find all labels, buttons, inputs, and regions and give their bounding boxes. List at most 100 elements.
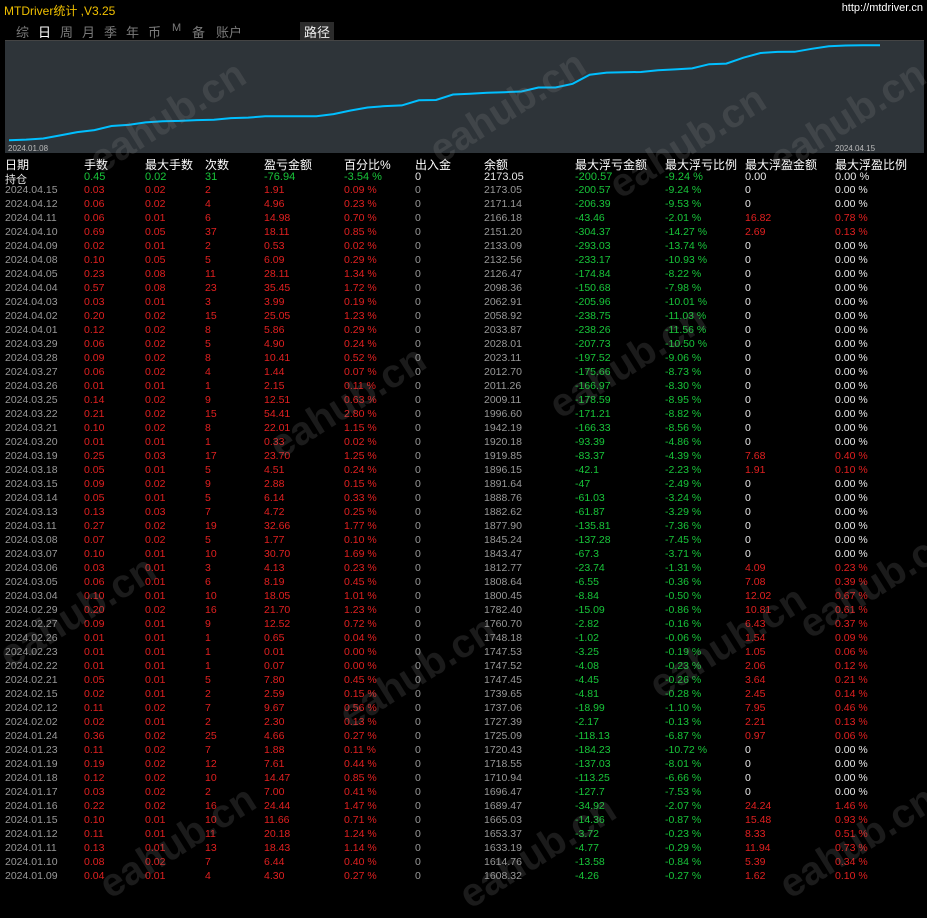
table-row[interactable]: 2024.01.15 0.10 0.01 10 11.66 0.71 % 0 1665.03 -… — [0, 814, 927, 828]
table-row[interactable]: 2024.03.11 0.27 0.02 19 32.66 1.77 % 0 1877.90 -… — [0, 520, 927, 534]
nav-tab-9[interactable]: 账户 — [214, 22, 244, 41]
table-row[interactable]: 2024.02.22 0.01 0.01 1 0.07 0.00 % 0 1747.52 -4.… — [0, 660, 927, 674]
table-row[interactable]: 2024.04.02 0.20 0.02 15 25.05 1.23 % 0 2058.92 -… — [0, 310, 927, 324]
cell-balance: 2028.01 — [484, 338, 522, 350]
cell-lots: 0.06 — [84, 198, 105, 210]
table-row[interactable]: 2024.03.06 0.03 0.01 3 4.13 0.23 % 0 1812.77 -23… — [0, 562, 927, 576]
cell-deposit: 0 — [415, 688, 421, 700]
cell-max-float-loss: -2.17 — [575, 716, 599, 728]
table-row[interactable]: 2024.04.03 0.03 0.01 3 3.99 0.19 % 0 2062.91 -20… — [0, 296, 927, 310]
cell-max-lots: 0.01 — [145, 674, 166, 686]
table-row[interactable]: 2024.02.15 0.02 0.01 2 2.59 0.15 % 0 1739.65 -4.… — [0, 688, 927, 702]
table-row[interactable]: 2024.03.07 0.10 0.01 10 30.70 1.69 % 0 1843.47 -… — [0, 548, 927, 562]
table-row[interactable]: 2024.02.21 0.05 0.01 5 7.80 0.45 % 0 1747.45 -4.… — [0, 674, 927, 688]
table-row[interactable]: 2024.01.10 0.08 0.02 7 6.44 0.40 % 0 1614.76 -13… — [0, 856, 927, 870]
table-row[interactable]: 2024.03.05 0.06 0.01 6 8.19 0.45 % 0 1808.64 -6.… — [0, 576, 927, 590]
cell-count: 9 — [205, 478, 211, 490]
table-row[interactable]: 2024.01.16 0.22 0.02 16 24.44 1.47 % 0 1689.47 -… — [0, 800, 927, 814]
table-row[interactable]: 2024.03.25 0.14 0.02 9 12.51 0.63 % 0 2009.11 -1… — [0, 394, 927, 408]
cell-balance: 1888.76 — [484, 492, 522, 504]
cell-max-float-loss: -137.03 — [575, 758, 611, 770]
nav-tab-1[interactable]: 日 — [36, 22, 53, 41]
nav-tab-path[interactable]: 路径 — [300, 22, 335, 41]
nav-tab-5[interactable]: 年 — [124, 22, 141, 41]
cell-max-float-loss: -166.33 — [575, 422, 611, 434]
table-row[interactable]: 2024.03.04 0.10 0.01 10 18.05 1.01 % 0 1800.45 -… — [0, 590, 927, 604]
table-row[interactable]: 2024.01.24 0.36 0.02 25 4.66 0.27 % 0 1725.09 -1… — [0, 730, 927, 744]
table-row[interactable]: 2024.03.18 0.05 0.01 5 4.51 0.24 % 0 1896.15 -42… — [0, 464, 927, 478]
nav-tab-0[interactable]: 综 — [14, 22, 31, 41]
table-row[interactable]: 2024.01.18 0.12 0.02 10 14.47 0.85 % 0 1710.94 -… — [0, 772, 927, 786]
table-row[interactable]: 2024.04.01 0.12 0.02 8 5.86 0.29 % 0 2033.87 -23… — [0, 324, 927, 338]
table-row[interactable]: 2024.03.20 0.01 0.01 1 0.33 0.02 % 0 1920.18 -93… — [0, 436, 927, 450]
table-row[interactable]: 2024.01.12 0.11 0.01 11 20.18 1.24 % 0 1653.37 -… — [0, 828, 927, 842]
cell-lots: 0.10 — [84, 548, 105, 560]
cell-deposit: 0 — [415, 436, 421, 448]
cell-max-lots: 0.02 — [145, 856, 166, 868]
cell-max-float-loss-pct: -0.86 % — [665, 604, 702, 616]
cell-percent: 0.29 % — [344, 254, 377, 266]
nav-tab-8[interactable]: 备 — [190, 22, 207, 41]
nav-tab-6[interactable]: 币 — [146, 22, 163, 41]
nav-tab-7[interactable]: M — [170, 22, 183, 34]
table-row[interactable]: 2024.03.19 0.25 0.03 17 23.70 1.25 % 0 1919.85 -… — [0, 450, 927, 464]
cell-max-float-profit-pct: 0.39 % — [835, 576, 868, 588]
cell-max-float-profit-pct: 0.37 % — [835, 618, 868, 630]
cell-date: 2024.04.08 — [5, 254, 58, 266]
cell-date: 2024.01.15 — [5, 814, 58, 826]
table-row[interactable]: 2024.03.14 0.05 0.01 5 6.14 0.33 % 0 1888.76 -61… — [0, 492, 927, 506]
cell-balance: 1718.55 — [484, 758, 522, 770]
nav-tab-3[interactable]: 月 — [80, 22, 97, 41]
cell-percent: 0.63 % — [344, 394, 377, 406]
table-row[interactable]: 2024.02.29 0.20 0.02 16 21.70 1.23 % 0 1782.40 -… — [0, 604, 927, 618]
cell-max-float-loss: -2.82 — [575, 618, 599, 630]
cell-date: 2024.03.20 — [5, 436, 58, 448]
table-row[interactable]: 2024.03.15 0.09 0.02 9 2.88 0.15 % 0 1891.64 -47… — [0, 478, 927, 492]
table-row[interactable]: 2024.04.09 0.02 0.01 2 0.53 0.02 % 0 2133.09 -29… — [0, 240, 927, 254]
table-row[interactable]: 2024.01.11 0.13 0.01 13 18.43 1.14 % 0 1633.19 -… — [0, 842, 927, 856]
table-row[interactable]: 2024.03.08 0.07 0.02 5 1.77 0.10 % 0 1845.24 -13… — [0, 534, 927, 548]
cell-max-float-profit: 0 — [745, 758, 751, 770]
nav-tab-4[interactable]: 季 — [102, 22, 119, 41]
cell-count: 19 — [205, 520, 217, 532]
table-row[interactable]: 2024.02.23 0.01 0.01 1 0.01 0.00 % 0 1747.53 -3.… — [0, 646, 927, 660]
cell-max-lots: 0.02 — [145, 338, 166, 350]
website-link[interactable]: http://mtdriver.cn — [842, 2, 923, 14]
table-row[interactable]: 2024.02.26 0.01 0.01 1 0.65 0.04 % 0 1748.18 -1.… — [0, 632, 927, 646]
table-row[interactable]: 2024.02.27 0.09 0.01 9 12.52 0.72 % 0 1760.70 -2… — [0, 618, 927, 632]
table-row[interactable]: 2024.04.05 0.23 0.08 11 28.11 1.34 % 0 2126.47 -… — [0, 268, 927, 282]
table-row[interactable]: 2024.01.23 0.11 0.02 7 1.88 0.11 % 0 1720.43 -18… — [0, 744, 927, 758]
cell-max-float-profit: 0 — [745, 436, 751, 448]
table-row[interactable]: 2024.03.22 0.21 0.02 15 54.41 2.80 % 0 1996.60 -… — [0, 408, 927, 422]
table-row[interactable]: 2024.03.26 0.01 0.01 1 2.15 0.11 % 0 2011.26 -16… — [0, 380, 927, 394]
table-row[interactable]: 2024.03.13 0.13 0.03 7 4.72 0.25 % 0 1882.62 -61… — [0, 506, 927, 520]
table-row[interactable]: 2024.04.10 0.69 0.05 37 18.11 0.85 % 0 2151.20 -… — [0, 226, 927, 240]
cell-max-float-profit-pct: 0.00 % — [835, 338, 868, 350]
table-row[interactable]: 2024.03.28 0.09 0.02 8 10.41 0.52 % 0 2023.11 -1… — [0, 352, 927, 366]
table-row[interactable]: 2024.04.15 0.03 0.02 2 1.91 0.09 % 0 2173.05 -20… — [0, 184, 927, 198]
cell-count: 6 — [205, 576, 211, 588]
cell-max-float-loss-pct: -0.27 % — [665, 870, 702, 882]
table-row[interactable]: 2024.02.12 0.11 0.02 7 9.67 0.56 % 0 1737.06 -18… — [0, 702, 927, 716]
cell-lots: 0.13 — [84, 842, 105, 854]
table-row[interactable]: 2024.04.08 0.10 0.05 5 6.09 0.29 % 0 2132.56 -23… — [0, 254, 927, 268]
table-row[interactable]: 2024.01.09 0.04 0.01 4 4.30 0.27 % 0 1608.32 -4.… — [0, 870, 927, 884]
cell-pnl: 14.98 — [264, 212, 291, 224]
cell-balance: 2009.11 — [484, 394, 522, 406]
cell-percent: 0.44 % — [344, 758, 377, 770]
cell-balance: 1760.70 — [484, 618, 522, 630]
table-row[interactable]: 2024.04.04 0.57 0.08 23 35.45 1.72 % 0 2098.36 -… — [0, 282, 927, 296]
cell-max-float-loss-pct: -0.36 % — [665, 576, 702, 588]
table-row[interactable]: 2024.03.21 0.10 0.02 8 22.01 1.15 % 0 1942.19 -1… — [0, 422, 927, 436]
table-row[interactable]: 2024.02.02 0.02 0.01 2 2.30 0.13 % 0 1727.39 -2.… — [0, 716, 927, 730]
cell-date: 2024.01.23 — [5, 744, 58, 756]
nav-tab-2[interactable]: 周 — [58, 22, 75, 41]
table-row[interactable]: 2024.01.19 0.19 0.02 12 7.61 0.44 % 0 1718.55 -1… — [0, 758, 927, 772]
cell-max-float-profit-pct: 0.46 % — [835, 702, 868, 714]
table-row[interactable]: 2024.03.29 0.06 0.02 5 4.90 0.24 % 0 2028.01 -20… — [0, 338, 927, 352]
cell-deposit: 0 — [415, 730, 421, 742]
table-row[interactable]: 2024.04.11 0.06 0.01 6 14.98 0.70 % 0 2166.18 -4… — [0, 212, 927, 226]
table-row[interactable]: 2024.03.27 0.06 0.02 4 1.44 0.07 % 0 2012.70 -17… — [0, 366, 927, 380]
table-row[interactable]: 2024.04.12 0.06 0.02 4 4.96 0.23 % 0 2171.14 -20… — [0, 198, 927, 212]
table-row[interactable]: 2024.01.17 0.03 0.02 2 7.00 0.41 % 0 1696.47 -12… — [0, 786, 927, 800]
